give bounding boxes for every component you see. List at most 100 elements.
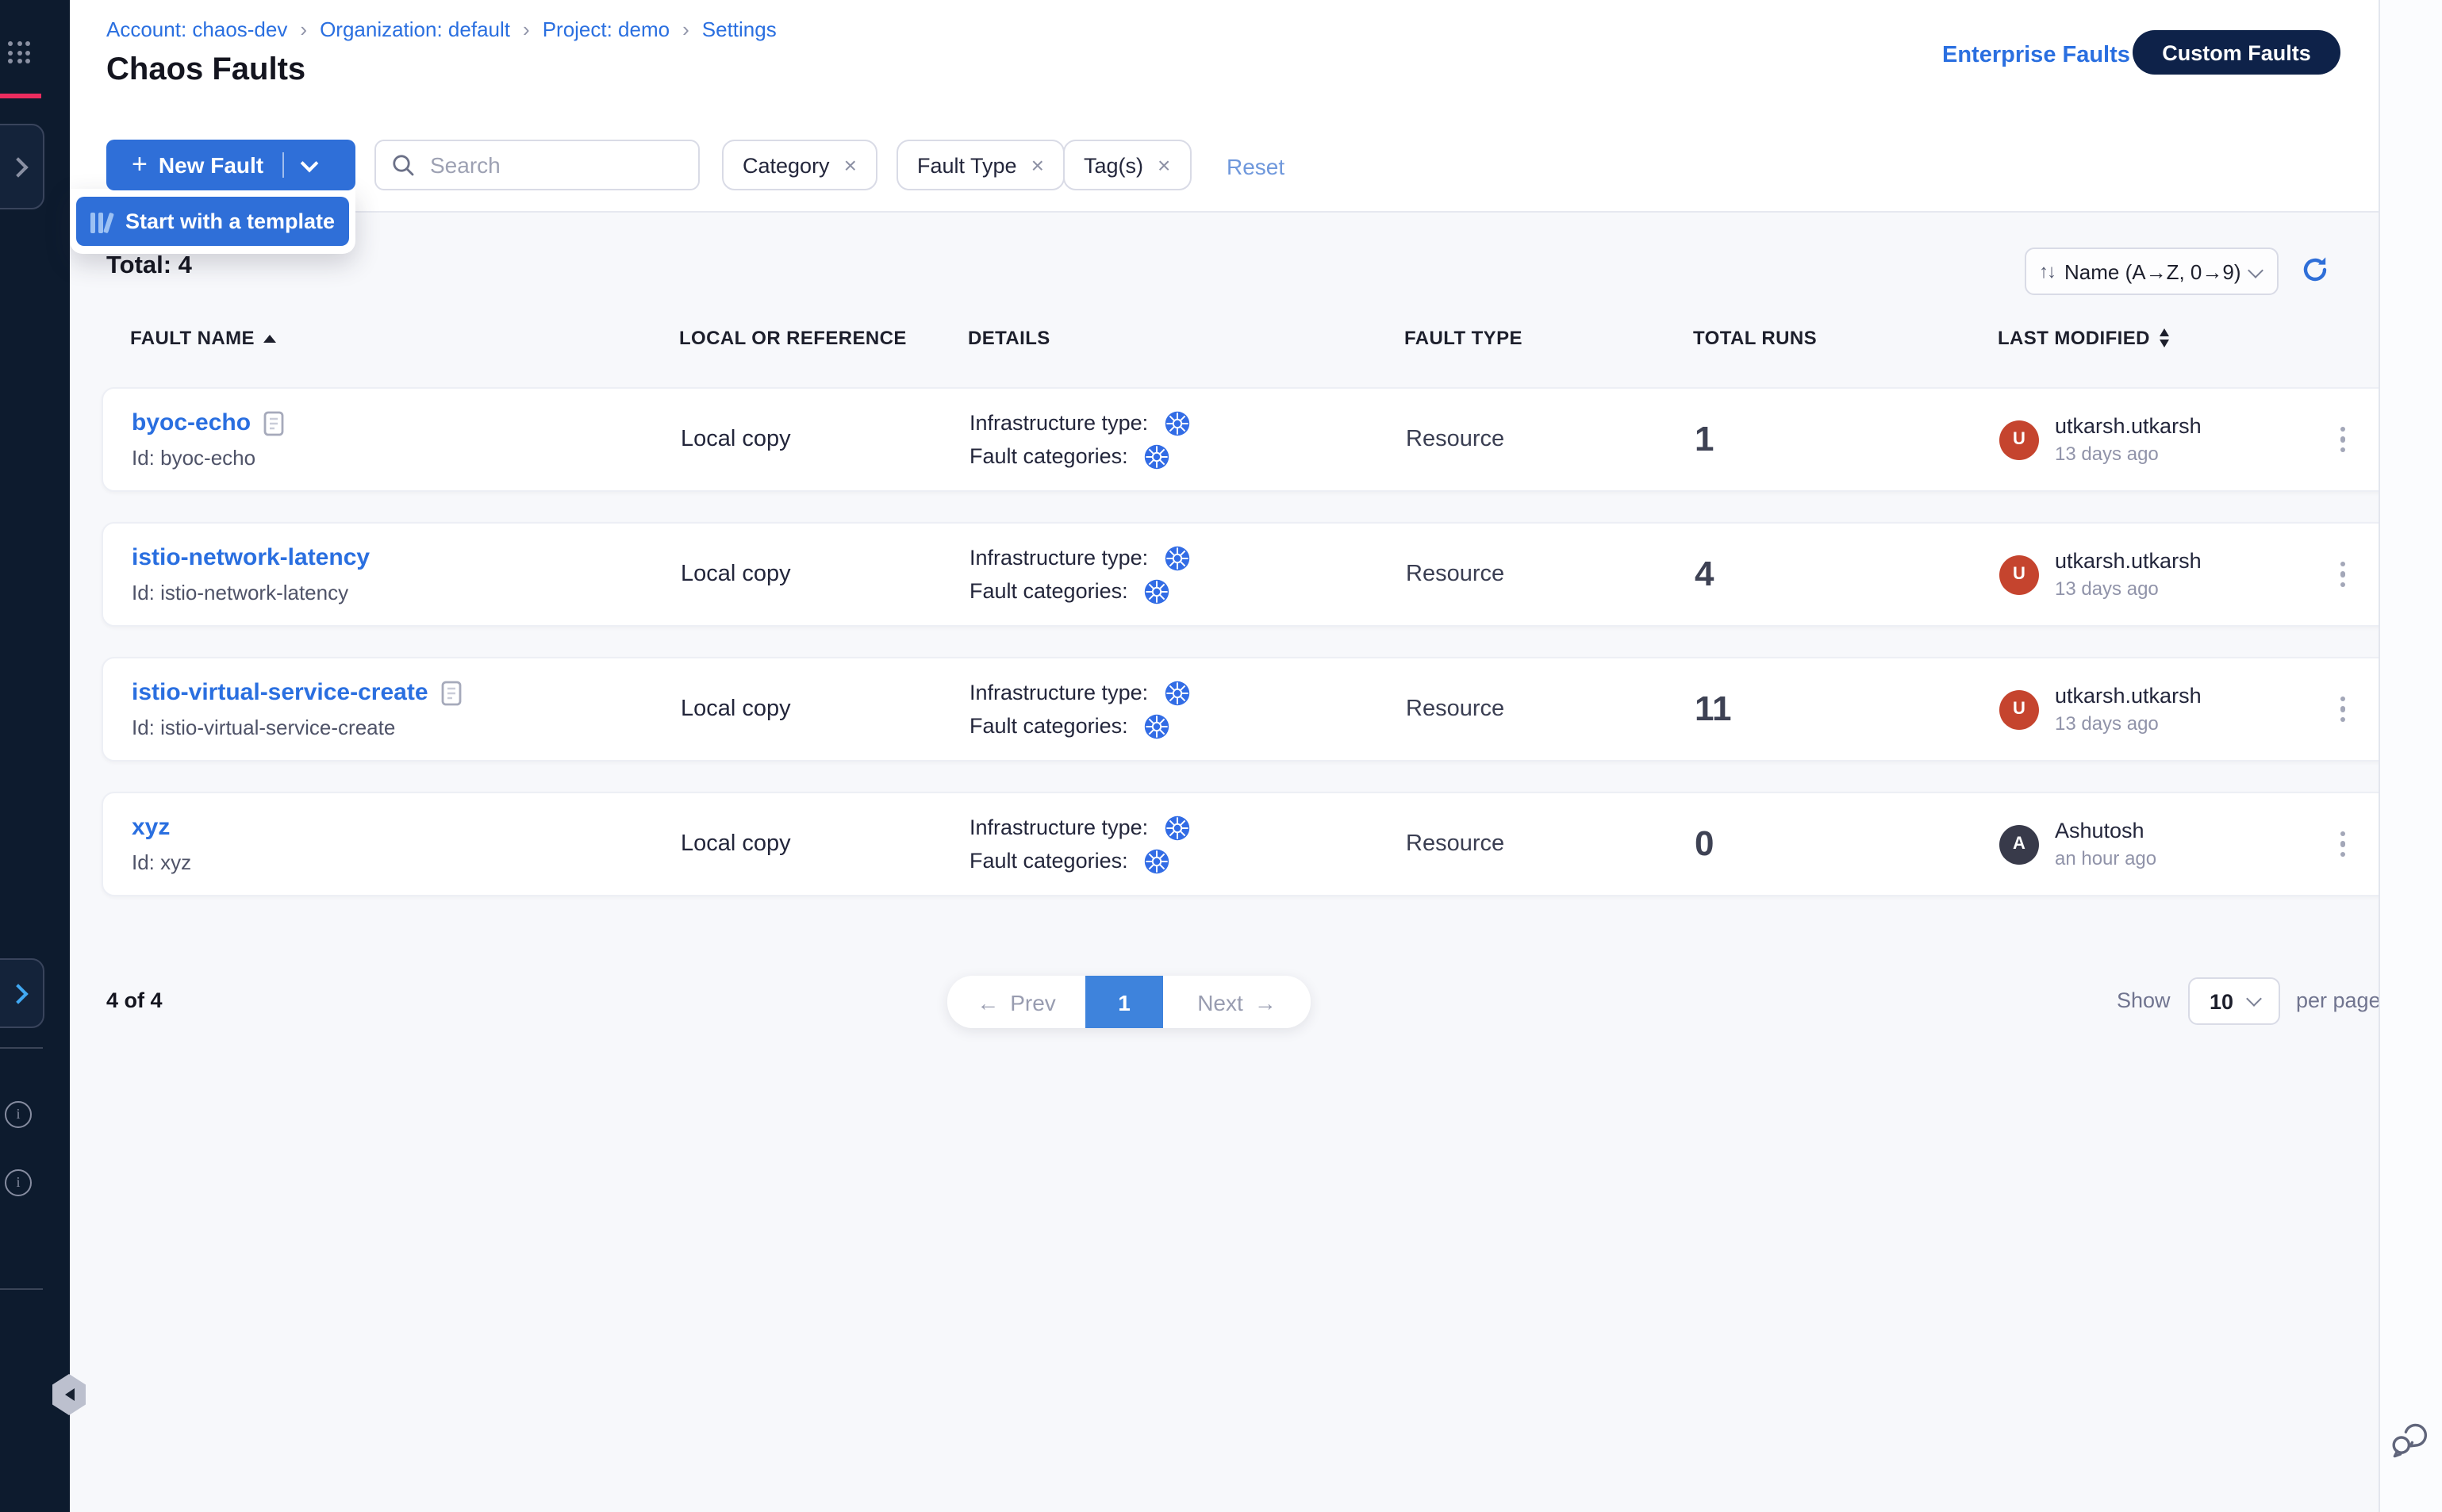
next-page-button[interactable]: Next → [1163, 976, 1311, 1028]
local-or-reference-value: Local copy [681, 831, 791, 857]
column-label: LAST MODIFIED [1998, 327, 2150, 349]
modified-time: an hour ago [2055, 847, 2156, 869]
refresh-button[interactable] [2301, 255, 2329, 284]
kebab-menu-icon[interactable] [2334, 690, 2352, 729]
breadcrumb-account[interactable]: Account: chaos-dev [106, 17, 287, 41]
column-local-or-reference: LOCAL OR REFERENCE [679, 327, 907, 349]
main-content: Account: chaos-dev › Organization: defau… [70, 0, 2442, 1512]
table-row[interactable]: xyz Id: xyz Local copy Infrastructure ty… [102, 792, 2391, 896]
infrastructure-type-label: Infrastructure type: [970, 815, 1148, 839]
template-menu-label: Start with a template [125, 209, 335, 233]
kubernetes-icon [1144, 848, 1169, 873]
library-template-icon [90, 210, 111, 232]
total-runs-value: 1 [1695, 419, 1714, 459]
table-row[interactable]: istio-network-latency Id: istio-network-… [102, 522, 2391, 627]
collapse-arrow-icon [64, 1388, 74, 1401]
breadcrumb-organization[interactable]: Organization: default [320, 17, 510, 41]
modified-time: 13 days ago [2055, 578, 2202, 600]
chevron-right-icon [8, 156, 28, 176]
prev-label: Prev [1010, 989, 1056, 1015]
filter-chip-tags[interactable]: Tag(s) × [1063, 140, 1191, 190]
right-gutter [2380, 0, 2442, 1512]
avatar: U [1999, 420, 2039, 459]
kebab-menu-icon[interactable] [2334, 555, 2352, 594]
total-runs-value: 11 [1695, 689, 1732, 728]
breadcrumb-project[interactable]: Project: demo [543, 17, 670, 41]
enterprise-faults-link[interactable]: Enterprise Faults [1942, 43, 2130, 68]
new-fault-button[interactable]: + New Fault [106, 140, 355, 190]
copy-document-icon[interactable] [263, 410, 284, 436]
arrow-right-icon: → [1254, 989, 1277, 1015]
search-box[interactable] [374, 140, 700, 190]
fault-name-link[interactable]: istio-virtual-service-create [132, 679, 428, 706]
column-total-runs: TOTAL RUNS [1693, 327, 1817, 349]
close-icon[interactable]: × [1031, 152, 1044, 178]
content-right-border [2379, 0, 2380, 1512]
close-icon[interactable]: × [1158, 152, 1170, 178]
fault-id: Id: istio-network-latency [132, 581, 681, 604]
fault-type-value: Resource [1406, 427, 1504, 452]
avatar: U [1999, 555, 2039, 594]
nav-collapsed-item[interactable] [0, 124, 44, 209]
fault-categories-label: Fault categories: [970, 714, 1128, 738]
avatar: A [1999, 824, 2039, 864]
table-header-row: FAULT NAME LOCAL OR REFERENCE DETAILS FA… [102, 327, 2391, 349]
column-fault-type: FAULT TYPE [1404, 327, 1522, 349]
fault-type-value: Resource [1406, 562, 1504, 587]
breadcrumb-separator: › [300, 17, 307, 41]
chat-bubbles-icon[interactable] [2390, 1422, 2429, 1468]
column-fault-name[interactable]: FAULT NAME [130, 327, 277, 349]
kebab-menu-icon[interactable] [2334, 420, 2352, 459]
sidebar-expand-button[interactable] [0, 958, 44, 1028]
local-or-reference-value: Local copy [681, 427, 791, 452]
chevron-down-icon[interactable] [301, 154, 319, 172]
filter-chip-category[interactable]: Category × [722, 140, 877, 190]
infrastructure-type-label: Infrastructure type: [970, 546, 1148, 570]
custom-faults-button[interactable]: Custom Faults [2133, 30, 2340, 75]
new-fault-dropdown: Start with a template [70, 189, 355, 254]
fault-id: Id: xyz [132, 850, 681, 874]
table-row[interactable]: byoc-echo Id: byoc-echo Local copy Infra… [102, 387, 2391, 492]
total-runs-value: 4 [1695, 554, 1714, 593]
breadcrumb: Account: chaos-dev › Organization: defau… [106, 17, 777, 41]
info-icon[interactable]: i [5, 1169, 32, 1196]
breadcrumb-separator: › [523, 17, 530, 41]
chaos-faults-page: i i Account: chaos-dev › Organization: d… [0, 0, 2442, 1512]
kubernetes-icon [1164, 545, 1189, 570]
chevron-down-icon [2248, 262, 2263, 278]
kubernetes-icon [1144, 578, 1169, 604]
new-fault-label: New Fault [159, 152, 263, 178]
start-with-template-menu-item[interactable]: Start with a template [76, 197, 349, 246]
kebab-menu-icon[interactable] [2334, 825, 2352, 864]
breadcrumb-separator: › [682, 17, 689, 41]
next-label: Next [1197, 989, 1243, 1015]
close-icon[interactable]: × [844, 152, 857, 178]
modified-time: 13 days ago [2055, 443, 2202, 465]
kubernetes-icon [1164, 680, 1189, 705]
copy-document-icon[interactable] [441, 680, 462, 705]
chip-label: Tag(s) [1084, 153, 1143, 177]
breadcrumb-settings[interactable]: Settings [702, 17, 777, 41]
search-input[interactable] [427, 151, 698, 179]
chip-label: Fault Type [917, 153, 1017, 177]
fault-categories-label: Fault categories: [970, 579, 1128, 603]
page-size-select[interactable]: 10 [2188, 977, 2280, 1025]
current-page-button[interactable]: 1 [1085, 976, 1163, 1028]
infrastructure-type-label: Infrastructure type: [970, 681, 1148, 704]
modified-by: utkarsh.utkarsh [2055, 549, 2202, 573]
fault-categories-label: Fault categories: [970, 444, 1128, 468]
prev-page-button[interactable]: ← Prev [947, 976, 1085, 1028]
table-row[interactable]: istio-virtual-service-create Id: istio-v… [102, 657, 2391, 762]
sort-select[interactable]: ↑↓ Name (A→Z, 0→9) [2025, 248, 2279, 295]
button-divider [282, 152, 284, 178]
reset-filters-link[interactable]: Reset [1227, 154, 1284, 179]
fault-type-value: Resource [1406, 831, 1504, 857]
column-last-modified[interactable]: LAST MODIFIED [1998, 327, 2169, 349]
fault-name-link[interactable]: xyz [132, 814, 170, 841]
info-icon[interactable]: i [5, 1101, 32, 1128]
chip-label: Category [743, 153, 830, 177]
grid-menu-icon[interactable] [8, 41, 30, 63]
fault-name-link[interactable]: istio-network-latency [132, 544, 370, 571]
filter-chip-fault-type[interactable]: Fault Type × [897, 140, 1065, 190]
fault-name-link[interactable]: byoc-echo [132, 409, 251, 436]
